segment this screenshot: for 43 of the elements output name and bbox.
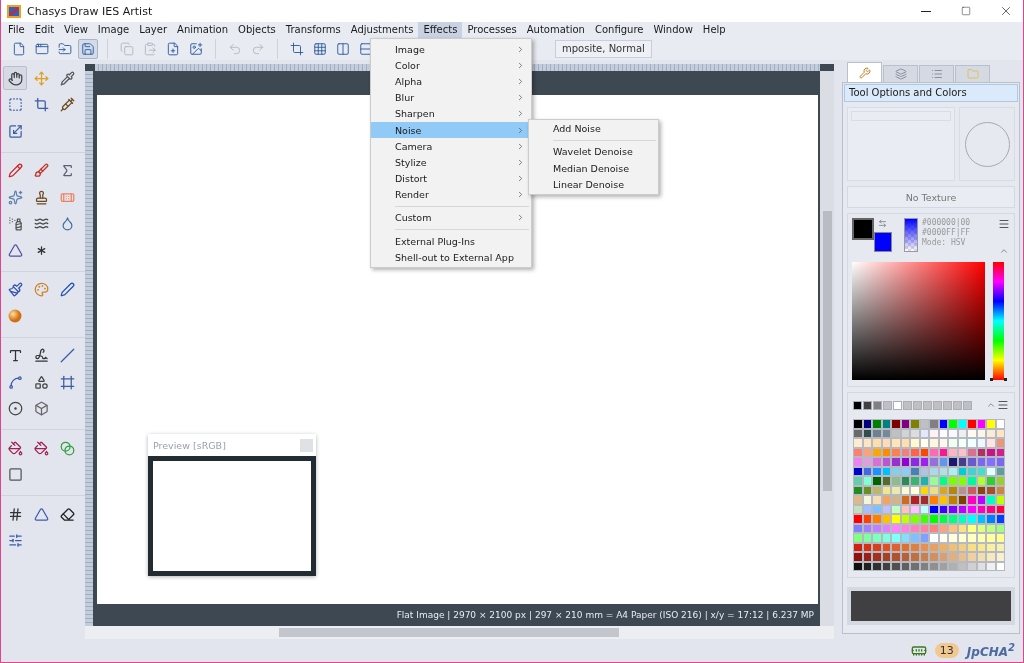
count-badge: 13 — [934, 643, 959, 658]
menu-entry[interactable]: External Plug-Ins — [371, 233, 531, 250]
layer-mode-dropdown[interactable]: mposite, Normal — [555, 40, 652, 58]
brand-logo: JpCHA$^{2}$ — [966, 642, 1015, 659]
primary-hex-text: #000000|00 — [922, 218, 972, 227]
menu-item[interactable]: Animation — [172, 22, 234, 38]
menu-entry[interactable]: Image — [371, 41, 531, 58]
preview-title: Preview [sRGB] — [153, 439, 226, 451]
window-title: Chasys Draw IES Artist — [27, 4, 154, 18]
menu-entry[interactable]: Alpha — [371, 73, 531, 90]
menu-item[interactable]: File — [3, 22, 30, 38]
menu-entry[interactable]: Wavelet Denoise — [529, 144, 658, 161]
menu-item[interactable]: Help — [697, 22, 731, 38]
menu-entry[interactable]: Shell-out to External App — [371, 249, 531, 266]
menu-entry[interactable]: Camera — [371, 138, 531, 155]
menu-entry[interactable]: Noise — [371, 121, 531, 139]
menu-item[interactable]: Edit — [29, 22, 60, 38]
menu-entry[interactable]: Linear Denoise — [529, 176, 658, 194]
menu-item[interactable]: Window — [648, 22, 698, 38]
menu-entry[interactable]: Sharpen — [371, 105, 531, 122]
menu-entry[interactable]: Custom — [371, 209, 531, 227]
menu-entry[interactable]: Stylize — [371, 154, 531, 171]
panel-title: Tool Options and Colors — [844, 84, 1018, 102]
menu-entry[interactable]: Add Noise — [529, 121, 658, 138]
menu-item[interactable]: Automation — [521, 22, 590, 38]
menu-item[interactable]: Adjustments — [345, 22, 419, 38]
menu-item[interactable]: Image — [92, 22, 135, 38]
texture-button[interactable]: No Texture — [847, 186, 1015, 208]
menu-entry[interactable]: Color — [371, 57, 531, 74]
secondary-hex-text: #0000FF|FF — [922, 228, 972, 237]
menu-entry[interactable]: Distort — [371, 170, 531, 187]
menu-entry[interactable]: Render — [371, 186, 531, 203]
menu-item[interactable]: Configure — [589, 22, 649, 38]
menu-item[interactable]: Effects — [418, 22, 463, 38]
image-info-text: Flat Image | 2970 × 2100 px | 297 × 210 mm = A4 Paper (ISO 216) | x/y = 17:12 | 6.237 MP — [396, 610, 814, 620]
menu-item[interactable]: Objects — [233, 22, 281, 38]
menu-item[interactable]: View — [59, 22, 93, 38]
menu-item[interactable]: Processes — [462, 22, 522, 38]
menu-item[interactable]: Transforms — [280, 22, 346, 38]
color-mode-text: Mode: HSV — [922, 238, 967, 247]
menu-entry[interactable]: Blur — [371, 89, 531, 106]
menu-entry[interactable]: Median Denoise — [529, 160, 658, 177]
menu-item[interactable]: Layer — [134, 22, 173, 38]
